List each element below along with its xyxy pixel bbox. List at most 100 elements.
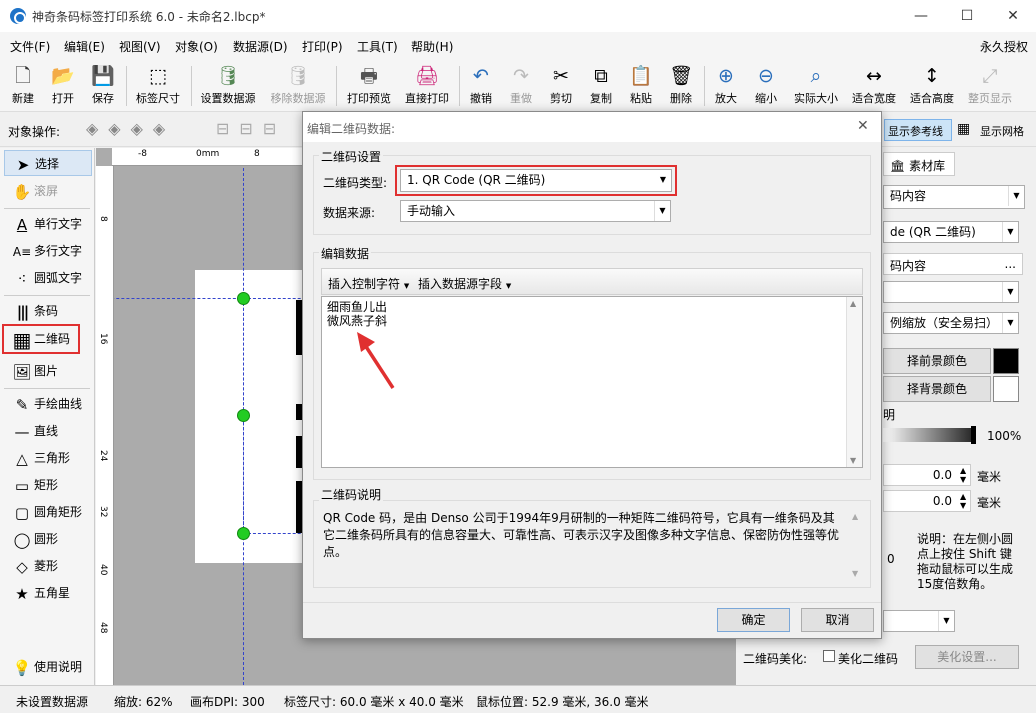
data-scrollbar[interactable]: ▲ ▼ xyxy=(846,297,862,467)
menu-object[interactable]: 对象(O) xyxy=(175,38,218,55)
actual-size-icon: ⌕ xyxy=(810,65,822,87)
print-preview-button[interactable]: 🖶 打印预览 xyxy=(342,60,396,110)
cancel-button[interactable]: 取消 xyxy=(801,608,874,632)
zoom-out-button[interactable]: ⊖ 缩小 xyxy=(749,60,783,110)
tool-freehand[interactable]: ✎ 手绘曲线 xyxy=(4,391,92,417)
content-field[interactable]: 码内容... xyxy=(883,253,1023,275)
fit-height-button[interactable]: ↕ 适合高度 xyxy=(905,60,959,110)
tool-arc-text[interactable]: ⁖ 圆弧文字 xyxy=(4,265,92,291)
show-grid-toggle[interactable]: 显示网格 xyxy=(980,123,1024,139)
scroll-up-icon[interactable]: ▲ xyxy=(852,512,858,521)
tool-rectangle[interactable]: ▭ 矩形 xyxy=(4,472,92,498)
tool-single-text[interactable]: A 单行文字 xyxy=(4,211,92,237)
new-button[interactable]: 🗋 新建 xyxy=(6,60,40,110)
help-button[interactable]: 💡 使用说明 xyxy=(4,654,92,680)
desc-scrollbar[interactable]: ▲ ▼ xyxy=(849,510,865,580)
shift-note: 说明：在左侧小圆点上按住 Shift 键拖动鼠标可以生成15度倍数角。 xyxy=(917,532,1014,591)
insert-field-button[interactable]: 插入数据源字段 ▼ xyxy=(418,275,511,292)
menu-edit[interactable]: 编辑(E) xyxy=(64,38,105,55)
scroll-up-icon[interactable]: ▲ xyxy=(850,299,856,308)
spinner-icon[interactable]: ▲ ▼ xyxy=(960,492,966,510)
show-guides-toggle[interactable]: 显示参考线 xyxy=(884,119,952,141)
tool-pan[interactable]: ✋ 滚屏 xyxy=(4,178,92,204)
menu-view[interactable]: 视图(V) xyxy=(119,38,161,55)
tool-line[interactable]: — 直线 xyxy=(4,418,92,444)
zoom-in-button[interactable]: ⊕ 放大 xyxy=(709,60,743,110)
label-size-button[interactable]: ⬚ 标签尺寸 xyxy=(131,60,185,110)
copy-button[interactable]: ⧉ 复制 xyxy=(584,60,618,110)
status-mouse-pos: 鼠标位置: 52.9 毫米, 36.0 毫米 xyxy=(476,695,649,709)
undo-button[interactable]: ↶ 撤销 xyxy=(464,60,498,110)
tool-circle[interactable]: ◯ 圆形 xyxy=(4,526,92,552)
scale-combo[interactable]: 例缩放（安全易扫） ▼ xyxy=(883,312,1019,334)
actual-size-button[interactable]: ⌕ 实际大小 xyxy=(789,60,843,110)
remove-datasource-button[interactable]: 🛢 移除数据源 xyxy=(266,60,330,110)
save-button[interactable]: 💾 保存 xyxy=(86,60,120,110)
image-icon: 🖼 xyxy=(12,362,32,381)
data-text: 细雨鱼儿出 微风燕子斜 xyxy=(327,300,388,328)
tool-image[interactable]: 🖼 图片 xyxy=(4,358,92,384)
small-combo[interactable]: ▼ xyxy=(883,610,955,632)
cut-button[interactable]: ✂ 剪切 xyxy=(544,60,578,110)
circle-icon: ◯ xyxy=(13,530,31,549)
scroll-down-icon[interactable]: ▼ xyxy=(852,569,858,578)
minimize-button[interactable]: — xyxy=(898,0,944,32)
beautify-checkbox[interactable] xyxy=(823,650,835,662)
cursor-icon: ➤ xyxy=(16,155,30,174)
background-color-swatch[interactable] xyxy=(993,376,1019,402)
background-color-button[interactable]: 择背景颜色 xyxy=(883,376,991,402)
close-window-button[interactable]: ✕ xyxy=(990,0,1036,32)
tool-multi-text[interactable]: A≡ 多行文字 xyxy=(4,238,92,264)
open-button[interactable]: 📂 打开 xyxy=(46,60,80,110)
opacity-slider[interactable] xyxy=(883,428,975,442)
resize-handle[interactable] xyxy=(237,292,250,305)
menu-print[interactable]: 打印(P) xyxy=(302,38,343,55)
tool-rounded-rect[interactable]: ▢ 圆角矩形 xyxy=(4,499,92,525)
resize-handle[interactable] xyxy=(237,409,250,422)
menu-help[interactable]: 帮助(H) xyxy=(411,38,453,55)
scroll-down-icon[interactable]: ▼ xyxy=(850,456,856,465)
menu-file[interactable]: 文件(F) xyxy=(10,38,50,55)
tool-diamond[interactable]: ◇ 菱形 xyxy=(4,553,92,579)
slider-thumb[interactable] xyxy=(971,426,976,444)
status-dpi: 画布DPI: 300 xyxy=(190,695,265,709)
insert-control-char-button[interactable]: 插入控制字符 ▼ xyxy=(328,275,409,292)
resize-handle[interactable] xyxy=(237,527,250,540)
maximize-button[interactable]: ☐ xyxy=(944,0,990,32)
value-field-1[interactable]: 0.0 xyxy=(883,464,971,486)
tool-select[interactable]: ➤ 选择 xyxy=(4,150,92,176)
beautify-settings-button[interactable]: 美化设置... xyxy=(915,645,1019,669)
tab-library[interactable]: 🏛 素材库 xyxy=(883,152,955,176)
data-textarea[interactable]: 细雨鱼儿出 微风燕子斜 ▲ ▼ xyxy=(321,296,863,468)
ok-button[interactable]: 确定 xyxy=(717,608,790,632)
menu-datasource[interactable]: 数据源(D) xyxy=(233,38,288,55)
foreground-color-button[interactable]: 择前景颜色 xyxy=(883,348,991,374)
set-datasource-button[interactable]: 🛢 设置数据源 xyxy=(196,60,260,110)
tool-triangle[interactable]: △ 三角形 xyxy=(4,445,92,471)
delete-button[interactable]: 🗑 删除 xyxy=(664,60,698,110)
full-page-button[interactable]: ⤢ 整页显示 xyxy=(963,60,1017,110)
paste-button[interactable]: 📋 粘贴 xyxy=(624,60,658,110)
dialog-close-icon[interactable]: ✕ xyxy=(857,118,869,134)
content-combo[interactable]: 码内容 ▼ xyxy=(883,185,1025,209)
unit-label-1: 毫米 xyxy=(977,470,1002,484)
menu-tools[interactable]: 工具(T) xyxy=(357,38,398,55)
qr-type-combo[interactable]: de (QR 二维码) ▼ xyxy=(883,221,1019,243)
redo-button[interactable]: ↷ 重做 xyxy=(504,60,538,110)
qr-type-select[interactable]: 1. QR Code (QR 二维码) ▼ xyxy=(400,169,672,192)
spinner-icon[interactable]: ▲ ▼ xyxy=(960,466,966,484)
foreground-color-swatch[interactable] xyxy=(993,348,1019,374)
dialog-title-bar: 编辑二维码数据: ✕ xyxy=(303,112,881,142)
empty-combo[interactable]: ▼ xyxy=(883,281,1019,303)
label-size-icon: ⬚ xyxy=(149,65,167,87)
direct-print-button[interactable]: 🖨 直接打印 xyxy=(400,60,454,110)
align-icons[interactable]: ⊟⊟⊟ xyxy=(216,119,286,138)
tool-qrcode[interactable]: ▦ 二维码 xyxy=(2,324,80,354)
data-source-select[interactable]: 手动输入 ▼ xyxy=(400,200,671,222)
tool-barcode[interactable]: ||| 条码 xyxy=(4,298,92,324)
fit-width-button[interactable]: ↔ 适合宽度 xyxy=(847,60,901,110)
value-field-2[interactable]: 0.0 xyxy=(883,490,971,512)
edit-data-title: 编辑数据 xyxy=(319,245,372,262)
tool-star[interactable]: ★ 五角星 xyxy=(4,580,92,606)
layer-icons[interactable]: ◈◈◈◈ xyxy=(86,119,175,138)
